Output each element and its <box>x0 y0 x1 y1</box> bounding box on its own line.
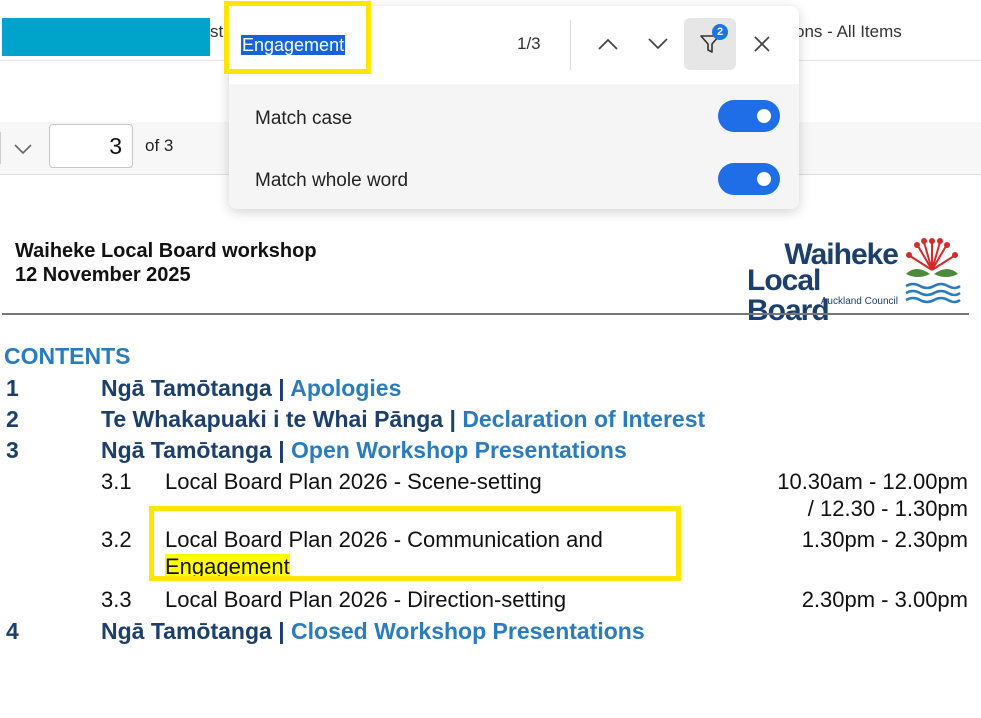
toggle-knob <box>757 109 771 123</box>
chevron-up-icon <box>598 38 618 50</box>
waiheke-local-board-logo: Waiheke Local Board Auckland Council <box>747 236 962 326</box>
subitem-time: 1.30pm - 2.30pm <box>801 527 968 552</box>
next-match-button[interactable] <box>632 18 684 70</box>
match-count: 1/3 <box>517 34 541 53</box>
logo-text-auckland-council: Auckland Council <box>820 296 898 307</box>
page-total-label: of 3 <box>145 136 174 155</box>
toc-item-maori: Te Whakapuaki i te Whai Pānga <box>101 406 444 432</box>
toc-item-separator: | <box>271 375 291 401</box>
page-number-input[interactable]: 3 <box>49 124 133 168</box>
toc-item-maori: Ngā Tamōtanga <box>101 375 272 401</box>
toolbar-separator <box>0 132 1 164</box>
match-annotation-box <box>149 506 681 581</box>
toc-item-maori: Ngā Tamōtanga <box>101 437 272 463</box>
find-options-filter-button[interactable]: 2 <box>684 18 736 70</box>
subitem-number: 3.1 <box>101 469 132 494</box>
toc-item-english: Closed Workshop Presentations <box>291 618 645 644</box>
tab-title-all-items[interactable]: ons - All Items <box>795 22 902 42</box>
document-title: Waiheke Local Board workshop 12 November… <box>15 239 317 287</box>
toc-item-separator: | <box>271 437 292 463</box>
match-case-label: Match case <box>255 108 353 129</box>
subitem-title: Local Board Plan 2026 - Scene-setting <box>165 469 542 494</box>
document-date: 12 November 2025 <box>15 264 191 286</box>
subitem-title: Local Board Plan 2026 - Direction-settin… <box>165 587 567 612</box>
match-whole-word-label: Match whole word <box>255 170 409 191</box>
match-case-toggle[interactable] <box>718 100 780 132</box>
tab-title-fragment[interactable]: st <box>210 22 223 42</box>
header-rule <box>2 313 969 315</box>
toc-item: Ngā Tamōtanga | Apologies <box>101 375 401 402</box>
toc-item-number: 2 <box>6 406 19 432</box>
toc-item-separator: | <box>271 618 292 644</box>
toc-item-separator: | <box>443 406 463 432</box>
subitem-time: 10.30am - 12.00pm <box>777 469 968 494</box>
pohutukawa-icon <box>905 238 961 304</box>
match-whole-word-toggle[interactable] <box>718 163 780 195</box>
toc-item-number: 1 <box>6 375 19 401</box>
redacted-tab[interactable] <box>2 18 210 56</box>
subitem-time-continued: / 12.30 - 1.30pm <box>807 496 968 521</box>
toc-item-number: 3 <box>6 437 19 463</box>
document-title-line1: Waiheke Local Board workshop <box>15 240 317 262</box>
toc-item-english: Apologies <box>290 375 402 401</box>
subitem-time: 2.30pm - 3.00pm <box>801 587 968 612</box>
subitem-number: 3.2 <box>101 527 132 552</box>
filter-count-badge: 2 <box>712 24 728 40</box>
previous-match-button[interactable] <box>582 18 634 70</box>
close-find-button[interactable] <box>736 18 788 70</box>
contents-heading: CONTENTS <box>4 343 131 369</box>
toc-item-english: Declaration of Interest <box>462 406 706 432</box>
next-page-button[interactable] <box>6 134 40 164</box>
toc-item-english: Open Workshop Presentations <box>291 437 627 463</box>
toc-item: Te Whakapuaki i te Whai Pānga | Declarat… <box>101 406 705 433</box>
toc-item-maori: Ngā Tamōtanga <box>101 618 272 644</box>
chevron-down-icon <box>648 38 668 50</box>
toc-item: Ngā Tamōtanga | Open Workshop Presentati… <box>101 437 627 464</box>
subitem-number: 3.3 <box>101 587 132 612</box>
toc-item: Ngā Tamōtanga | Closed Workshop Presenta… <box>101 618 645 645</box>
close-icon <box>754 36 770 52</box>
find-bar-divider <box>570 20 571 70</box>
toc-item-number: 4 <box>6 618 19 644</box>
chevron-down-icon <box>14 144 32 155</box>
search-field-annotation-box <box>224 1 371 74</box>
toggle-knob <box>757 172 771 186</box>
